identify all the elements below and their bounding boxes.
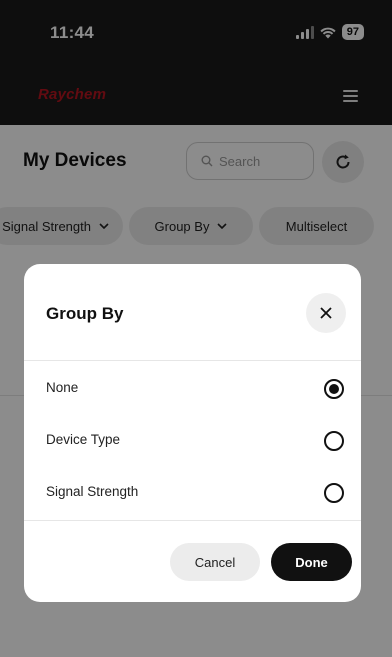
cancel-button[interactable]: Cancel xyxy=(170,543,260,581)
divider xyxy=(24,520,361,521)
group-by-modal: Group By None Device Type Signal Strengt… xyxy=(24,264,361,602)
divider xyxy=(24,360,361,361)
close-button[interactable] xyxy=(306,293,346,333)
radio-unselected[interactable] xyxy=(324,431,344,451)
modal-title: Group By xyxy=(46,304,124,323)
done-button[interactable]: Done xyxy=(271,543,352,581)
option-none[interactable]: None xyxy=(24,364,361,416)
close-icon xyxy=(320,307,332,319)
option-signal-strength[interactable]: Signal Strength xyxy=(24,468,361,520)
option-label: None xyxy=(46,380,79,395)
option-label: Device Type xyxy=(46,432,121,447)
radio-selected[interactable] xyxy=(324,379,344,399)
radio-unselected[interactable] xyxy=(324,483,344,503)
option-label: Signal Strength xyxy=(46,484,139,499)
option-device-type[interactable]: Device Type xyxy=(24,416,361,468)
